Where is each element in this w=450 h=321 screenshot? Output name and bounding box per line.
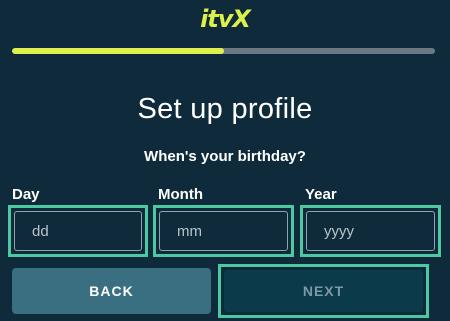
birthday-question: When's your birthday? — [144, 148, 306, 165]
year-field-focus-ring: yyyy — [300, 205, 441, 257]
month-input[interactable]: mm — [159, 211, 288, 251]
month-label: Month — [158, 186, 203, 203]
month-field-focus-ring: mm — [153, 205, 294, 257]
day-label: Day — [12, 186, 40, 203]
back-button[interactable]: BACK — [12, 268, 211, 314]
next-button[interactable]: NEXT — [224, 270, 423, 312]
next-button-focus-ring: NEXT — [218, 264, 429, 318]
progress-bar — [12, 48, 435, 54]
page-title: Set up profile — [137, 93, 313, 125]
day-input[interactable]: dd — [14, 211, 142, 251]
day-field-focus-ring: dd — [8, 205, 148, 257]
year-input[interactable]: yyyy — [306, 211, 435, 251]
year-label: Year — [305, 186, 337, 203]
itvx-logo: itvX — [200, 5, 251, 33]
progress-fill — [12, 48, 224, 54]
